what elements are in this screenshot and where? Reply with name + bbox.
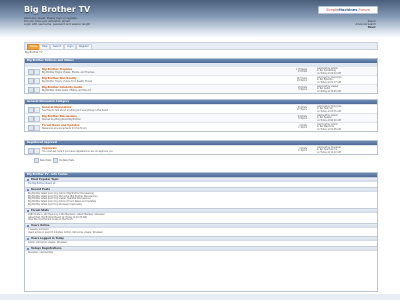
board-description: Feel free to talk about anything and eve… — [42, 109, 109, 113]
partner-logo[interactable]: SimpleMachines Forum — [318, 6, 378, 14]
stats-line[interactable]: View the most recent posts on the forum. — [28, 219, 374, 222]
category-pictures-videos: Big Brother Pictures and Videos Big Brot… — [24, 58, 378, 94]
no-new-posts-icon — [53, 158, 59, 163]
board-icon — [34, 86, 40, 93]
nav-login[interactable]: Login — [64, 44, 77, 50]
forum-logo[interactable]: Big Brother TV — [24, 5, 90, 14]
forum-row: Big Brother Discussions Discuss anything… — [25, 113, 377, 122]
board-stats: 44 Posts 9 Topics — [277, 115, 307, 121]
stat-topics: 1 Topics — [298, 149, 307, 153]
last-post-time: on Today at 01:05 AM — [317, 127, 341, 131]
main-navigation: Home Help Search Login Register — [24, 42, 378, 50]
users-online-body: 4 Guests, 19 Users Users active in past … — [25, 228, 377, 236]
info-recent-posts: Recent Posts — [25, 186, 377, 192]
online-users[interactable]: Users active in past 15 minutes: Admin, … — [28, 231, 374, 235]
nav-search[interactable]: Search — [50, 44, 65, 50]
board-last-post: Last post by bbviewer in Re: Approve me on… — [317, 146, 341, 154]
legend-no-new: No New Posts — [59, 159, 75, 162]
stat-topics: 10 Topics — [296, 79, 307, 83]
header-links: Search Advanced search News: — [355, 20, 376, 29]
forum-row: Forum News and Updates News and announce… — [25, 122, 377, 131]
forum-row: General Discussions Feel free to talk ab… — [25, 104, 377, 113]
board-stats: 2 Posts 1 Topics — [277, 147, 307, 153]
forum-stats-body: 2083 Posts in 104 Topics by 1344 Members… — [25, 213, 377, 223]
partner-text-c: Forum — [358, 8, 370, 12]
board-description: Big Brother Video Audio, Photos, and Fan… — [42, 89, 91, 93]
category-general-discussion: General Discussion Category General Disc… — [24, 99, 378, 132]
login-hint: Login with username, password and sessio… — [24, 23, 91, 27]
info-center: Big Brother TV - Info Center Most Popula… — [24, 172, 378, 292]
breadcrumb[interactable]: Big Brother TV — [25, 51, 42, 54]
board-icon — [34, 68, 40, 75]
info-forum-stats: Forum Stats — [25, 207, 377, 213]
forum-row: Approvals You must ask here if you have … — [25, 145, 377, 154]
header: Big Brother TV SimpleMachines Forum Welc… — [0, 0, 400, 38]
board-stats: 107 Posts 10 Topics — [277, 77, 307, 83]
last-post-time: on Today at 12:12 AM — [317, 150, 341, 154]
stat-topics: 12 Topics — [296, 108, 307, 112]
forum-page: Big Brother TV SimpleMachines Forum Welc… — [0, 0, 400, 300]
info-users-online: Users Online — [25, 223, 377, 229]
board-description: Big Brother Trophy Videos from Reality S… — [42, 80, 92, 84]
footer — [0, 294, 400, 300]
popular-topic-link[interactable]: Top Big Brother Board 12 — [28, 182, 55, 185]
forum-row: Big Brother Trophies Big Brother Trophy … — [25, 66, 377, 75]
partner-text-a: Simple — [326, 8, 339, 12]
board-last-post: Last post by viewer in Re: Audio on Today … — [317, 85, 341, 93]
board-stats: 45 Posts 12 Topics — [277, 106, 307, 112]
forum-row: Big Brother Non Reality Big Brother Trop… — [25, 75, 377, 84]
news-label: News: — [367, 26, 376, 29]
category-registered-approval: Registered Approval Approvals You must a… — [24, 140, 378, 155]
stat-topics: 23 Posts — [297, 70, 307, 74]
recent-posts-list: Big Brother latest post 1 by Admin (Big … — [25, 192, 377, 208]
last-post-time: on Today at 12:45 AM — [317, 89, 341, 93]
forum-row: Big Brother Celebrity Audio Big Brother … — [25, 84, 377, 93]
info-logged-today: Users Logged In Today — [25, 235, 377, 241]
board-description: News and announcements for this forum — [42, 127, 87, 131]
recent-post-item[interactable]: Big Brother latest post 5 by bbviewer (A… — [28, 203, 374, 207]
info-most-popular: Most Popular Topic — [25, 177, 377, 182]
board-description: You must ask here if you have registered… — [42, 150, 113, 154]
board-last-post: Last post by Admin in Re: Welcome on Today… — [317, 123, 341, 131]
info-registrations: Todays Registrations — [25, 245, 377, 251]
board-legend: New Posts No New Posts — [34, 158, 74, 163]
board-description: Discuss anything about Big Brother — [42, 118, 81, 122]
registrations-body[interactable]: bbviewer, newmember — [25, 251, 377, 256]
board-icon — [34, 124, 40, 131]
new-posts-icon — [34, 158, 39, 163]
stat-topics: 1 Topics — [298, 126, 307, 130]
welcome-panel: Welcome, Guest. Please login or register… — [24, 17, 90, 27]
board-stats: 1 Threads 23 Posts — [277, 68, 307, 74]
nav-register[interactable]: Register — [76, 44, 92, 50]
board-description: Big Brother Trophy Videos, Photos, and T… — [42, 71, 95, 75]
board-stats: 15 Posts 3 Topics — [277, 86, 307, 92]
legend-new: New Posts — [40, 159, 52, 162]
board-icon — [34, 147, 40, 154]
board-icon — [34, 106, 40, 113]
stat-topics: 3 Topics — [298, 88, 307, 92]
nav-help[interactable]: Help — [39, 44, 51, 50]
board-stats: 3 Posts 1 Topics — [277, 124, 307, 130]
board-icon — [34, 115, 40, 122]
partner-text-b: Machines — [338, 8, 358, 12]
board-icon — [34, 77, 40, 84]
stat-topics: 9 Topics — [298, 117, 307, 121]
